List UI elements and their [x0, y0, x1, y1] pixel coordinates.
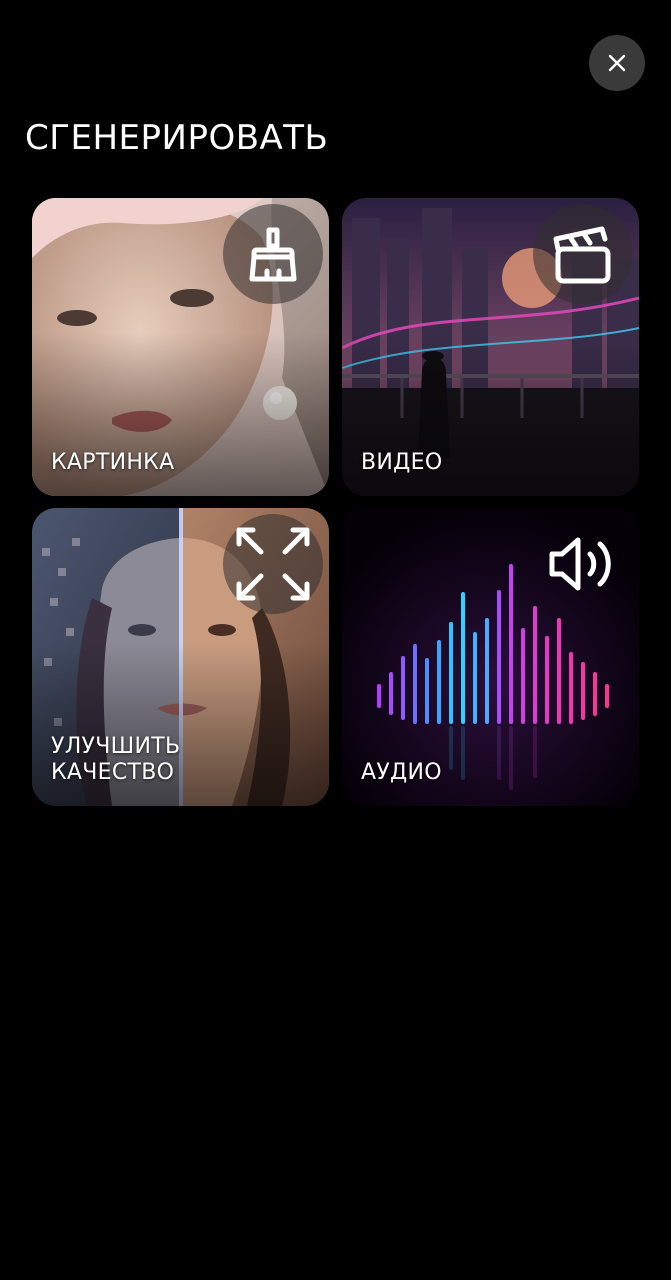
- card-upscale[interactable]: УЛУЧШИТЬ КАЧЕСТВО: [32, 508, 329, 806]
- card-image[interactable]: КАРТИНКА: [32, 198, 329, 496]
- clapperboard-icon: [553, 226, 611, 284]
- icon-badge: [223, 514, 323, 614]
- page-title: СГЕНЕРИРОВАТЬ: [25, 118, 329, 158]
- card-video[interactable]: ВИДЕО: [342, 198, 639, 496]
- icon-badge: [533, 514, 633, 614]
- close-icon: [608, 54, 626, 72]
- close-button[interactable]: [589, 35, 645, 91]
- card-label: АУДИО: [361, 760, 442, 785]
- card-label-line-1: УЛУЧШИТЬ: [51, 734, 181, 759]
- card-label: ВИДЕО: [361, 450, 443, 475]
- broom-icon: [249, 227, 297, 282]
- card-label: КАРТИНКА: [51, 450, 175, 475]
- card-label-line-2: КАЧЕСТВО: [51, 760, 175, 785]
- speaker-icon: [549, 537, 611, 591]
- card-label: УЛУЧШИТЬ КАЧЕСТВО: [51, 734, 180, 786]
- icon-badge: [533, 204, 633, 304]
- expand-arrows-icon: [236, 527, 310, 601]
- card-audio[interactable]: АУДИО: [342, 508, 639, 806]
- icon-badge: [223, 204, 323, 304]
